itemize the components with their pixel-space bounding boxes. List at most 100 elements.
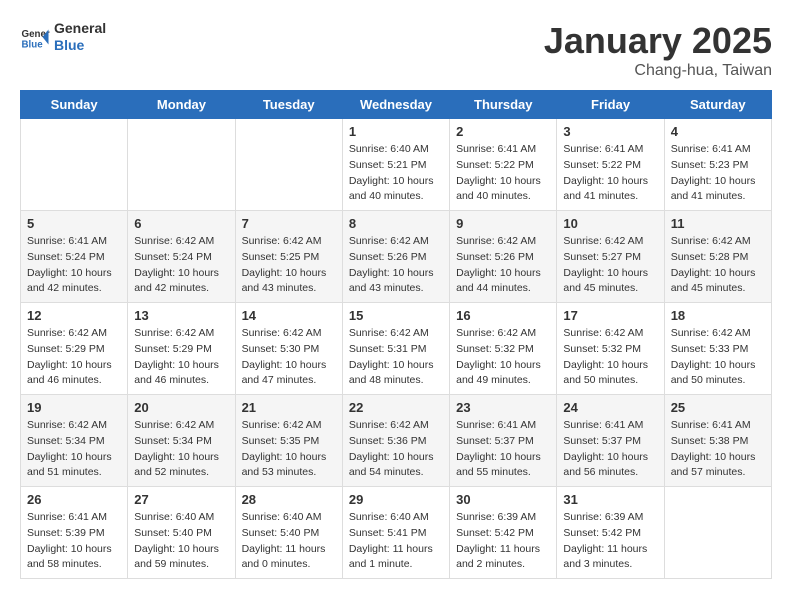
day-info: Sunrise: 6:41 AMSunset: 5:37 PMDaylight:… (563, 418, 657, 481)
calendar-cell: 26Sunrise: 6:41 AMSunset: 5:39 PMDayligh… (21, 487, 128, 579)
day-info: Sunrise: 6:42 AMSunset: 5:30 PMDaylight:… (242, 326, 336, 389)
calendar-cell: 8 Sunrise: 6:42 AMSunset: 5:26 PMDaylight… (342, 211, 449, 303)
calendar-cell (235, 119, 342, 211)
day-number: 22 (349, 400, 443, 415)
day-number: 15 (349, 308, 443, 323)
day-number: 5 (27, 216, 121, 231)
day-number: 1 (349, 124, 443, 139)
day-info: Sunrise: 6:41 AMSunset: 5:22 PMDaylight:… (563, 142, 657, 205)
calendar-cell: 27 Sunrise: 6:40 AMSunset: 5:40 PMDayligh… (128, 487, 235, 579)
weekday-header-saturday: Saturday (664, 91, 771, 119)
day-number: 19 (27, 400, 121, 415)
calendar-cell: 21Sunrise: 6:42 AMSunset: 5:35 PMDayligh… (235, 395, 342, 487)
day-number: 20 (134, 400, 228, 415)
calendar-cell: 9 Sunrise: 6:42 AMSunset: 5:26 PMDaylight… (450, 211, 557, 303)
calendar-cell: 1 Sunrise: 6:40 AMSunset: 5:21 PMDaylight… (342, 119, 449, 211)
day-number: 10 (563, 216, 657, 231)
logo-general-text: General (54, 20, 106, 37)
logo: General Blue General Blue (20, 20, 106, 54)
day-info: Sunrise: 6:39 AMSunset: 5:42 PMDaylight:… (456, 510, 550, 573)
month-year-title: January 2025 (544, 20, 772, 62)
day-info: Sunrise: 6:40 AMSunset: 5:41 PMDaylight:… (349, 510, 443, 573)
day-number: 2 (456, 124, 550, 139)
calendar-cell: 28 Sunrise: 6:40 AMSunset: 5:40 PMDayligh… (235, 487, 342, 579)
day-info: Sunrise: 6:40 AMSunset: 5:21 PMDaylight:… (349, 142, 443, 205)
day-info: Sunrise: 6:42 AMSunset: 5:34 PMDaylight:… (134, 418, 228, 481)
calendar-cell: 23 Sunrise: 6:41 AMSunset: 5:37 PMDayligh… (450, 395, 557, 487)
day-info: Sunrise: 6:42 AMSunset: 5:36 PMDaylight:… (349, 418, 443, 481)
day-info: Sunrise: 6:42 AMSunset: 5:32 PMDaylight:… (456, 326, 550, 389)
day-number: 9 (456, 216, 550, 231)
weekday-header-monday: Monday (128, 91, 235, 119)
calendar-cell: 12 Sunrise: 6:42 AMSunset: 5:29 PMDayligh… (21, 303, 128, 395)
day-number: 16 (456, 308, 550, 323)
calendar-week-1: 1 Sunrise: 6:40 AMSunset: 5:21 PMDaylight… (21, 119, 772, 211)
calendar-cell (664, 487, 771, 579)
calendar-cell: 10Sunrise: 6:42 AMSunset: 5:27 PMDayligh… (557, 211, 664, 303)
calendar-cell: 15 Sunrise: 6:42 AMSunset: 5:31 PMDayligh… (342, 303, 449, 395)
day-info: Sunrise: 6:42 AMSunset: 5:29 PMDaylight:… (27, 326, 121, 389)
calendar-cell: 17 Sunrise: 6:42 AMSunset: 5:32 PMDayligh… (557, 303, 664, 395)
calendar-cell: 18 Sunrise: 6:42 AMSunset: 5:33 PMDayligh… (664, 303, 771, 395)
day-number: 23 (456, 400, 550, 415)
day-number: 8 (349, 216, 443, 231)
day-info: Sunrise: 6:40 AMSunset: 5:40 PMDaylight:… (134, 510, 228, 573)
day-number: 6 (134, 216, 228, 231)
calendar-cell: 24Sunrise: 6:41 AMSunset: 5:37 PMDayligh… (557, 395, 664, 487)
day-number: 29 (349, 492, 443, 507)
day-info: Sunrise: 6:42 AMSunset: 5:25 PMDaylight:… (242, 234, 336, 297)
location-subtitle: Chang-hua, Taiwan (544, 62, 772, 80)
day-number: 27 (134, 492, 228, 507)
day-number: 17 (563, 308, 657, 323)
day-info: Sunrise: 6:42 AMSunset: 5:28 PMDaylight:… (671, 234, 765, 297)
day-info: Sunrise: 6:42 AMSunset: 5:31 PMDaylight:… (349, 326, 443, 389)
calendar-week-2: 5 Sunrise: 6:41 AMSunset: 5:24 PMDaylight… (21, 211, 772, 303)
day-number: 3 (563, 124, 657, 139)
day-info: Sunrise: 6:42 AMSunset: 5:33 PMDaylight:… (671, 326, 765, 389)
day-number: 14 (242, 308, 336, 323)
calendar-cell: 11 Sunrise: 6:42 AMSunset: 5:28 PMDayligh… (664, 211, 771, 303)
calendar-week-5: 26Sunrise: 6:41 AMSunset: 5:39 PMDayligh… (21, 487, 772, 579)
day-number: 31 (563, 492, 657, 507)
day-info: Sunrise: 6:39 AMSunset: 5:42 PMDaylight:… (563, 510, 657, 573)
day-number: 4 (671, 124, 765, 139)
day-info: Sunrise: 6:42 AMSunset: 5:32 PMDaylight:… (563, 326, 657, 389)
day-info: Sunrise: 6:41 AMSunset: 5:38 PMDaylight:… (671, 418, 765, 481)
day-info: Sunrise: 6:42 AMSunset: 5:26 PMDaylight:… (456, 234, 550, 297)
weekday-header-row: SundayMondayTuesdayWednesdayThursdayFrid… (21, 91, 772, 119)
day-number: 18 (671, 308, 765, 323)
weekday-header-sunday: Sunday (21, 91, 128, 119)
day-number: 11 (671, 216, 765, 231)
calendar-cell: 4Sunrise: 6:41 AMSunset: 5:23 PMDaylight… (664, 119, 771, 211)
day-info: Sunrise: 6:42 AMSunset: 5:26 PMDaylight:… (349, 234, 443, 297)
calendar-cell: 7 Sunrise: 6:42 AMSunset: 5:25 PMDaylight… (235, 211, 342, 303)
day-info: Sunrise: 6:41 AMSunset: 5:37 PMDaylight:… (456, 418, 550, 481)
calendar-cell: 31 Sunrise: 6:39 AMSunset: 5:42 PMDayligh… (557, 487, 664, 579)
page-header: General Blue General Blue January 2025 C… (20, 20, 772, 80)
day-number: 30 (456, 492, 550, 507)
day-number: 28 (242, 492, 336, 507)
calendar-cell: 16 Sunrise: 6:42 AMSunset: 5:32 PMDayligh… (450, 303, 557, 395)
calendar-week-3: 12 Sunrise: 6:42 AMSunset: 5:29 PMDayligh… (21, 303, 772, 395)
calendar-cell (128, 119, 235, 211)
weekday-header-thursday: Thursday (450, 91, 557, 119)
calendar-table: SundayMondayTuesdayWednesdayThursdayFrid… (20, 90, 772, 579)
day-number: 21 (242, 400, 336, 415)
day-info: Sunrise: 6:40 AMSunset: 5:40 PMDaylight:… (242, 510, 336, 573)
weekday-header-wednesday: Wednesday (342, 91, 449, 119)
day-info: Sunrise: 6:41 AMSunset: 5:22 PMDaylight:… (456, 142, 550, 205)
day-info: Sunrise: 6:41 AMSunset: 5:39 PMDaylight:… (27, 510, 121, 573)
calendar-cell: 6Sunrise: 6:42 AMSunset: 5:24 PMDaylight… (128, 211, 235, 303)
svg-text:Blue: Blue (22, 39, 44, 50)
day-number: 13 (134, 308, 228, 323)
calendar-cell: 30 Sunrise: 6:39 AMSunset: 5:42 PMDayligh… (450, 487, 557, 579)
calendar-cell: 20 Sunrise: 6:42 AMSunset: 5:34 PMDayligh… (128, 395, 235, 487)
weekday-header-friday: Friday (557, 91, 664, 119)
calendar-cell: 19 Sunrise: 6:42 AMSunset: 5:34 PMDayligh… (21, 395, 128, 487)
day-number: 12 (27, 308, 121, 323)
calendar-cell: 25Sunrise: 6:41 AMSunset: 5:38 PMDayligh… (664, 395, 771, 487)
day-number: 7 (242, 216, 336, 231)
day-info: Sunrise: 6:42 AMSunset: 5:34 PMDaylight:… (27, 418, 121, 481)
day-info: Sunrise: 6:41 AMSunset: 5:24 PMDaylight:… (27, 234, 121, 297)
weekday-header-tuesday: Tuesday (235, 91, 342, 119)
